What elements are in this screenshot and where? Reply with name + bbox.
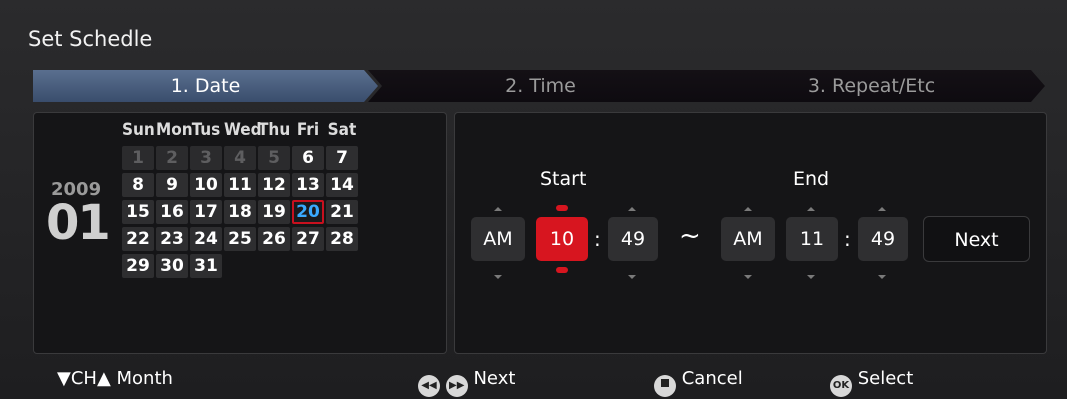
calendar-month: 01 [46,195,111,251]
end-ampm-field[interactable]: AM [721,217,775,261]
start-ampm-down-icon[interactable] [494,275,502,279]
calendar-day[interactable]: 19 [258,200,290,224]
calendar-day[interactable]: 11 [224,173,256,197]
calendar-day[interactable]: 29 [122,254,154,278]
calendar-day[interactable]: 4 [224,146,256,170]
calendar-day[interactable]: 23 [156,227,188,251]
weekday-header: Thu [258,120,291,140]
step-tabs: 1. Date 2. Time 3. Repeat/Etc [33,70,1045,102]
start-minute-down-icon[interactable] [628,275,636,279]
time-panel: Start End AM 10 : 49 ~ AM 11 : 49 Next [454,112,1047,354]
tab-repeat-etc[interactable]: 3. Repeat/Etc [698,70,1045,102]
calendar-day[interactable]: 10 [190,173,222,197]
calendar-day[interactable]: 9 [156,173,188,197]
range-separator: ~ [679,221,701,251]
calendar-day-selected[interactable]: 20 [292,200,324,224]
end-minute-field[interactable]: 49 [858,217,908,261]
calendar-day[interactable]: 3 [190,146,222,170]
calendar-day[interactable]: 8 [122,173,154,197]
select-hint: OK Select [830,368,913,397]
calendar-day[interactable]: 26 [258,227,290,251]
calendar-day[interactable]: 27 [292,227,324,251]
calendar-day[interactable]: 24 [190,227,222,251]
calendar-day[interactable]: 16 [156,200,188,224]
cancel-hint: Cancel [654,368,743,397]
start-ampm-field[interactable]: AM [471,217,525,261]
calendar-day[interactable]: 15 [122,200,154,224]
next-hint-label: Next [473,368,516,389]
weekday-header: Sun [122,120,155,140]
calendar-day[interactable]: 25 [224,227,256,251]
calendar-day[interactable]: 22 [122,227,154,251]
start-time-colon: : [594,227,601,251]
tab-time[interactable]: 2. Time [368,70,713,102]
end-minute-up-icon[interactable] [878,207,886,211]
calendar-day[interactable]: 7 [326,146,358,170]
weekday-header: Tus [191,120,221,140]
weekday-header: Wed [224,120,262,140]
ok-icon: OK [830,375,852,397]
start-hour-field[interactable]: 10 [536,217,588,261]
calendar-day[interactable]: 14 [326,173,358,197]
calendar-day[interactable]: 31 [190,254,222,278]
set-schedule-dialog: Set Schedle 1. Date 2. Time 3. Repeat/Et… [0,0,1067,399]
start-hour-down-icon[interactable] [556,267,568,273]
calendar-day[interactable]: 1 [122,146,154,170]
calendar-day[interactable]: 2 [156,146,188,170]
calendar-day[interactable]: 6 [292,146,324,170]
month-hint: ▼CH▲ Month [57,368,173,389]
cancel-hint-label: Cancel [681,368,743,389]
calendar-day[interactable]: 5 [258,146,290,170]
start-label: Start [540,168,587,190]
stop-icon [654,375,676,397]
calendar-day[interactable]: 13 [292,173,324,197]
end-time-colon: : [844,227,851,251]
weekday-header: Mon [156,120,193,140]
end-label: End [793,168,830,190]
footer-hints: ▼CH▲ Month ◀◀ ▶▶ Next Cancel OK Select [0,366,1067,397]
calendar-day[interactable]: 12 [258,173,290,197]
weekday-header: Fri [296,120,320,140]
start-minute-field[interactable]: 49 [608,217,658,261]
dialog-title: Set Schedle [28,27,153,51]
end-hour-down-icon[interactable] [807,275,815,279]
tab-time-label: 2. Time [505,75,576,97]
end-hour-field[interactable]: 11 [786,217,838,261]
calendar-day[interactable]: 28 [326,227,358,251]
weekday-header: Sat [327,120,357,140]
rewind-icon: ◀◀ [418,375,440,397]
calendar-panel: 2009 01 Sun Mon Tus Wed Thu Fri Sat 1 2 3 4 5 6 7 8 9 10… [33,112,447,354]
end-ampm-down-icon[interactable] [744,275,752,279]
end-minute-down-icon[interactable] [878,275,886,279]
start-hour-up-icon[interactable] [556,205,568,211]
end-hour-up-icon[interactable] [807,207,815,211]
start-minute-up-icon[interactable] [628,207,636,211]
fast-forward-icon: ▶▶ [445,375,468,397]
tab-date-label: 1. Date [170,75,241,97]
end-ampm-up-icon[interactable] [744,207,752,211]
skip-next-hint: ◀◀ ▶▶ Next [418,368,515,397]
select-hint-label: Select [857,368,914,389]
calendar-day[interactable]: 21 [326,200,358,224]
next-button[interactable]: Next [923,216,1030,262]
calendar-day[interactable]: 18 [224,200,256,224]
tab-repeat-label: 3. Repeat/Etc [807,75,936,97]
start-ampm-up-icon[interactable] [494,207,502,211]
tab-date[interactable]: 1. Date [33,70,378,102]
calendar-day[interactable]: 30 [156,254,188,278]
calendar-day[interactable]: 17 [190,200,222,224]
